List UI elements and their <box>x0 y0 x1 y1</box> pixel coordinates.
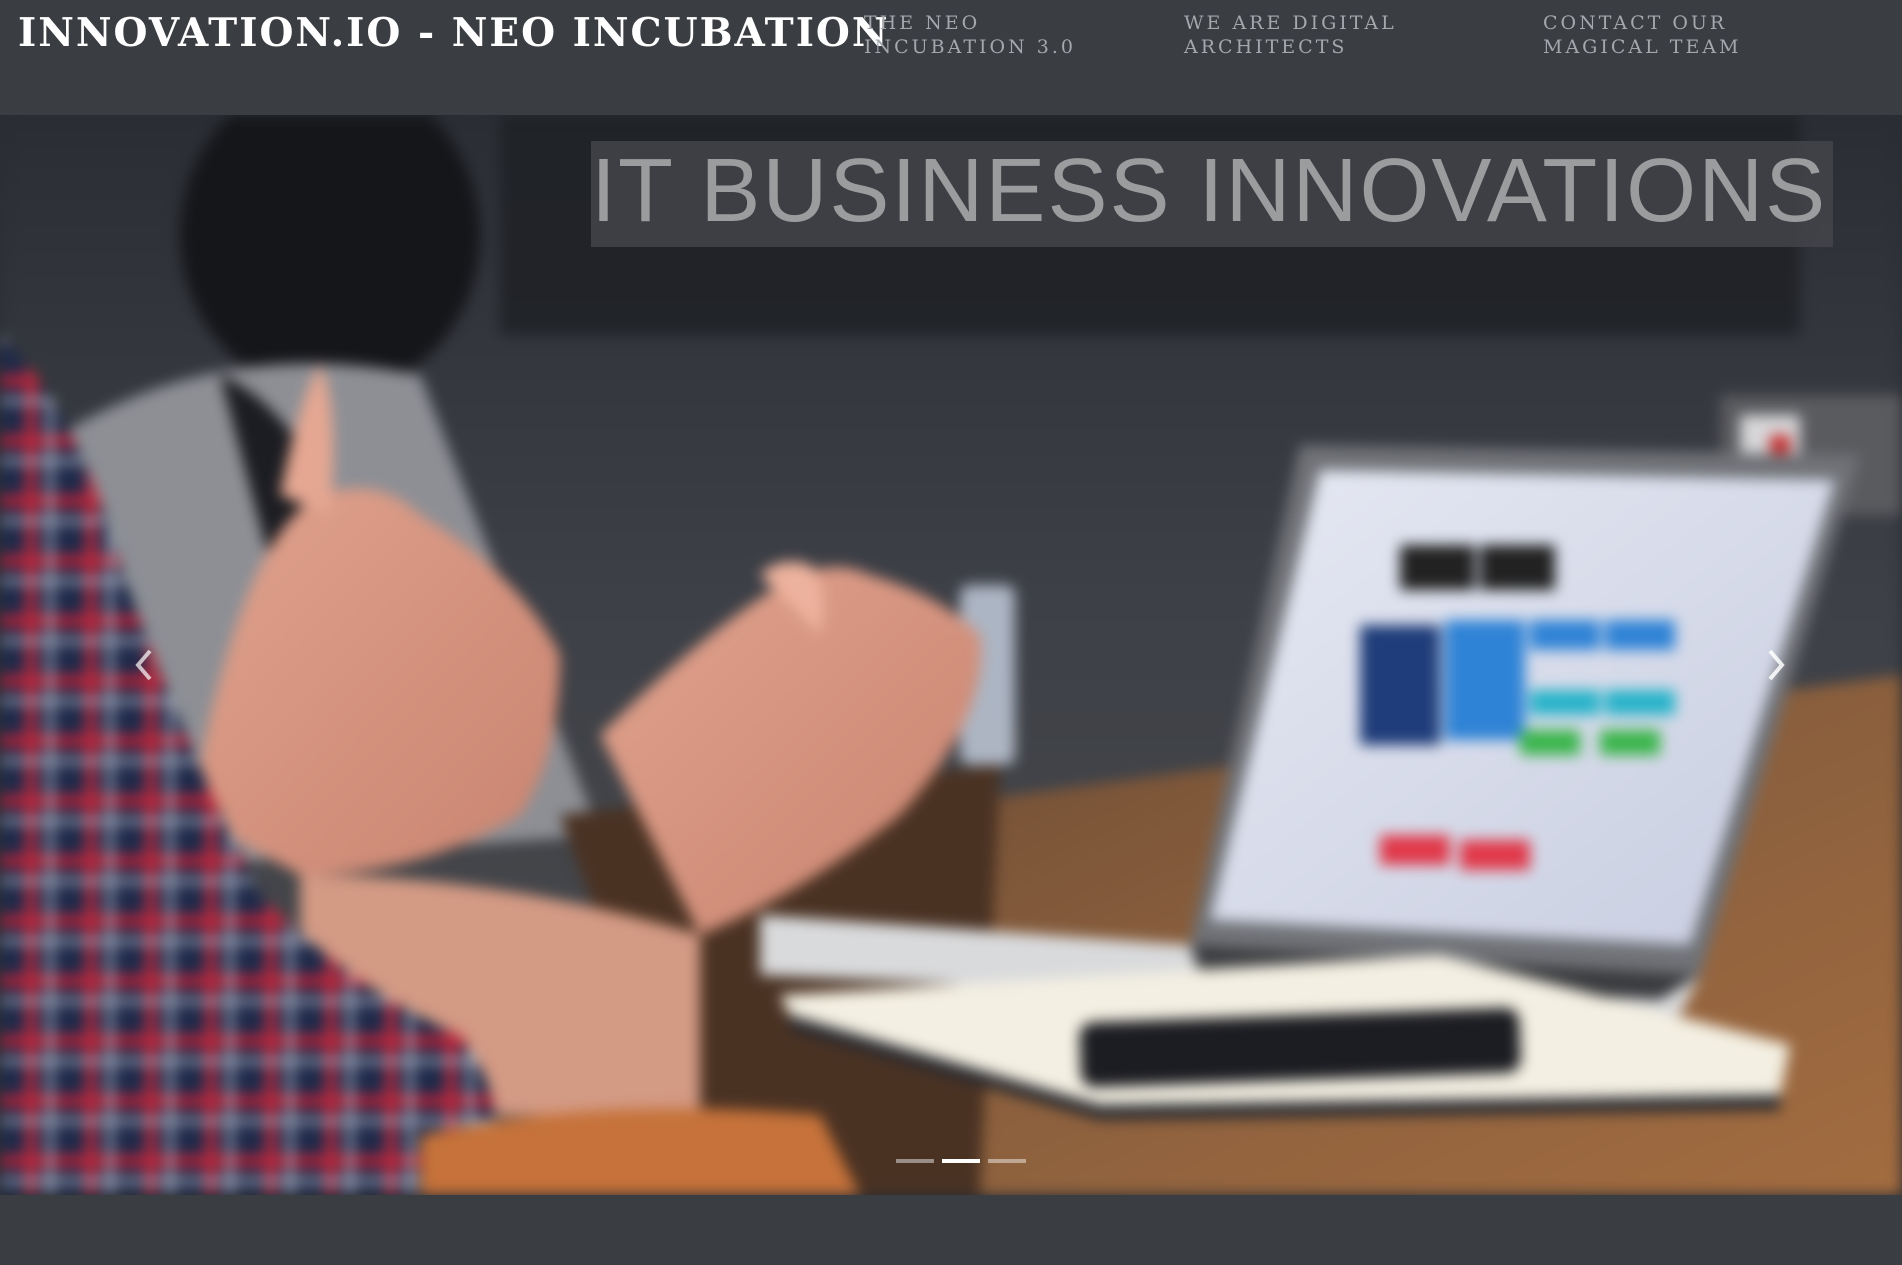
top-navbar: INNOVATION.IO - NEO INCUBATION THE NEO I… <box>0 0 1902 115</box>
nav-link-line: MAGICAL TEAM <box>1543 36 1742 58</box>
nav-link-line: INCUBATION 3.0 <box>864 36 1076 58</box>
carousel-indicator[interactable] <box>988 1159 1026 1163</box>
bottom-bar <box>0 1195 1902 1265</box>
chevron-right-icon <box>1768 649 1785 681</box>
hero-title: IT BUSINESS INNOVATIONS <box>591 141 1828 241</box>
nav-link-neo-incubation[interactable]: THE NEO INCUBATION 3.0 <box>864 11 1076 59</box>
nav-link-contact-team[interactable]: CONTACT OUR MAGICAL TEAM <box>1543 11 1742 59</box>
nav-link-line: ARCHITECTS <box>1184 36 1348 58</box>
hero-title-box: IT BUSINESS INNOVATIONS <box>591 141 1834 247</box>
page: INNOVATION.IO - NEO INCUBATION THE NEO I… <box>0 0 1902 1265</box>
hero-carousel: IT BUSINESS INNOVATIONS <box>0 115 1902 1195</box>
chevron-left-icon <box>135 649 152 681</box>
nav-link-line: WE ARE DIGITAL <box>1184 12 1397 34</box>
carousel-next-button[interactable] <box>1756 635 1796 695</box>
nav-link-line: CONTACT OUR <box>1543 12 1728 34</box>
carousel-prev-button[interactable] <box>124 635 164 695</box>
carousel-indicator[interactable] <box>896 1159 934 1163</box>
hero-background-image <box>0 115 1902 1195</box>
carousel-indicators <box>896 1159 1026 1165</box>
nav-link-digital-architects[interactable]: WE ARE DIGITAL ARCHITECTS <box>1184 11 1397 59</box>
brand-link[interactable]: INNOVATION.IO - NEO INCUBATION <box>18 10 890 56</box>
carousel-indicator[interactable] <box>942 1159 980 1163</box>
nav-link-line: THE NEO <box>864 12 981 34</box>
